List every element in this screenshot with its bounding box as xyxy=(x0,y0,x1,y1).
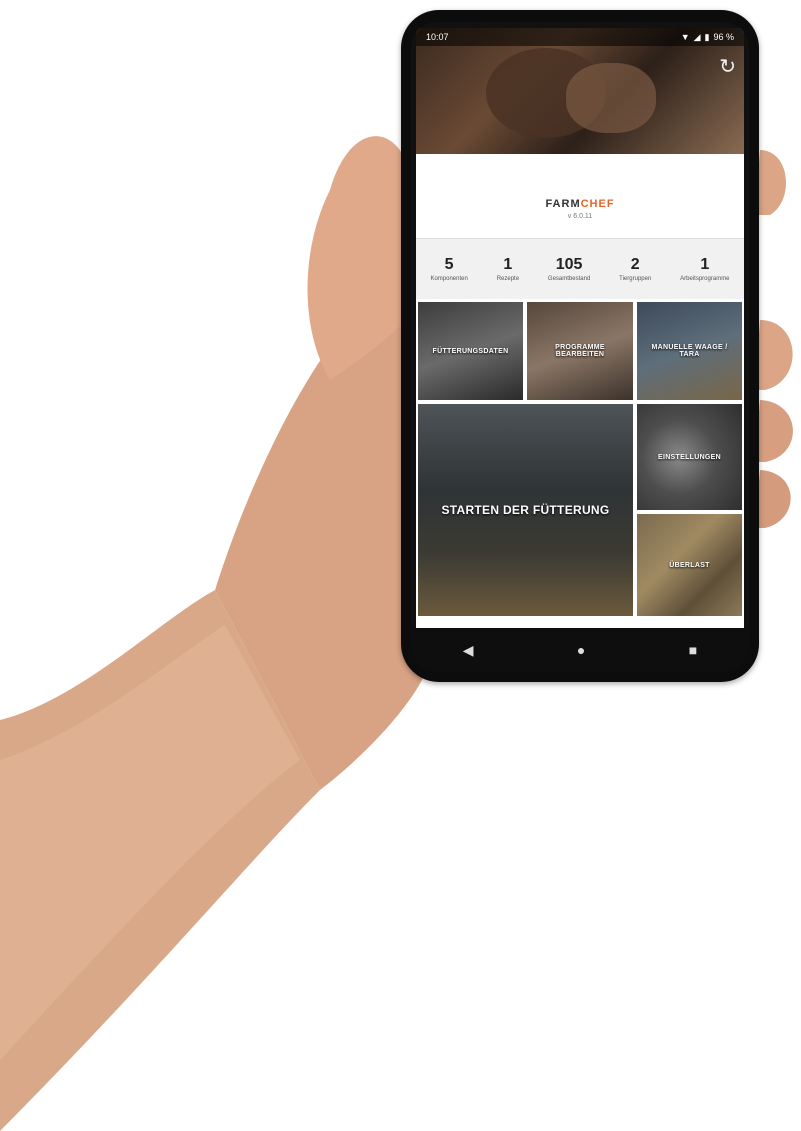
tile-settings[interactable]: EINSTELLUNGEN xyxy=(635,402,744,512)
app-screen: 10:07 ▼ ◢ ▮ 96 % ↻ FARMCHEF v 6.0.11 5 K… xyxy=(416,28,744,628)
refresh-icon[interactable]: ↻ xyxy=(719,54,736,79)
android-nav-bar: ◀ ● ■ xyxy=(411,628,749,672)
stats-bar: 5 Komponenten 1 Rezepte 105 Gesamtbestan… xyxy=(416,238,744,299)
farmchef-logo: FARMCHEF xyxy=(545,198,615,210)
home-icon[interactable]: ● xyxy=(577,642,585,658)
stat-work-programs: 1 Arbeitsprogramme xyxy=(680,256,730,282)
tile-feeding-data[interactable]: FÜTTERUNGSDATEN xyxy=(416,300,525,402)
header-photo xyxy=(416,28,744,154)
tile-overload[interactable]: ÜBERLAST xyxy=(635,512,744,618)
status-bar: 10:07 ▼ ◢ ▮ 96 % xyxy=(416,28,744,46)
phone-bezel: 10:07 ▼ ◢ ▮ 96 % ↻ FARMCHEF v 6.0.11 5 K… xyxy=(411,22,749,672)
tile-start-feeding[interactable]: STARTEN DER FÜTTERUNG xyxy=(416,402,635,618)
stat-recipes: 1 Rezepte xyxy=(496,256,520,282)
stat-components: 5 Komponenten xyxy=(430,256,468,282)
tile-manual-scale[interactable]: MANUELLE WAAGE / TARA xyxy=(635,300,744,402)
battery-icon: ▮ xyxy=(704,31,710,42)
back-icon[interactable]: ◀ xyxy=(463,642,474,659)
signal-icon: ◢ xyxy=(693,31,701,42)
battery-level: 96 % xyxy=(713,32,734,42)
wifi-icon: ▼ xyxy=(680,32,690,42)
status-time: 10:07 xyxy=(426,32,449,42)
phone-device: 10:07 ▼ ◢ ▮ 96 % ↻ FARMCHEF v 6.0.11 5 K… xyxy=(401,10,759,682)
app-version: v 6.0.11 xyxy=(567,213,593,220)
status-icons: ▼ ◢ ▮ 96 % xyxy=(681,32,734,43)
brand-section: FARMCHEF v 6.0.11 xyxy=(416,154,744,238)
stat-total-stock: 105 Gesamtbestand xyxy=(547,256,591,282)
tile-edit-programs[interactable]: PROGRAMME BEARBEITEN xyxy=(525,300,635,402)
recents-icon[interactable]: ■ xyxy=(689,642,697,658)
stat-animal-groups: 2 Tiergruppen xyxy=(619,256,652,282)
